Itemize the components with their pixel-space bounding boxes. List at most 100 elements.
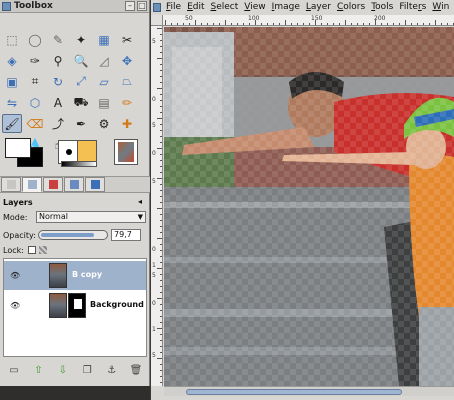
ruler-tick [207, 23, 208, 25]
color-picker-icon[interactable]: ⚲ [48, 51, 68, 70]
paths-icon[interactable]: ✑ [25, 51, 45, 70]
ruler-tick [160, 232, 162, 233]
zoom-icon[interactable]: 🔍 [71, 51, 91, 70]
toolbox-titlebar[interactable]: Toolbox – □ [0, 0, 149, 13]
ruler-tick [160, 352, 162, 353]
foreground-select-icon[interactable]: ◈ [2, 51, 22, 70]
ruler-tick [405, 20, 406, 25]
new-layer-icon[interactable]: ▭ [8, 364, 20, 376]
image-menu-icon[interactable] [153, 2, 161, 12]
menu-view[interactable]: View [241, 2, 268, 12]
lower-layer-icon[interactable]: ⇩ [57, 364, 69, 376]
ruler-tick [429, 23, 430, 25]
ruler-corner[interactable] [151, 15, 163, 26]
tab-undo-history[interactable] [85, 177, 105, 192]
color-area [5, 138, 145, 172]
foreground-color-swatch[interactable] [5, 138, 31, 158]
layer-mask-thumbnail[interactable] [68, 293, 86, 318]
flip-icon[interactable]: ⇋ [2, 93, 22, 112]
ruler-tick [357, 23, 358, 25]
perspective-icon[interactable]: ⏢ [117, 72, 137, 91]
scissors-icon[interactable]: ✂ [117, 30, 137, 49]
heal-icon[interactable]: ✚ [117, 114, 137, 133]
anchor-layer-icon[interactable]: ⚓ [106, 364, 118, 376]
active-image-thumbnail[interactable] [114, 139, 138, 165]
ellipse-select-icon[interactable]: ◯ [25, 30, 45, 49]
lock-label: Lock: [3, 245, 24, 255]
tab-layers[interactable] [22, 177, 42, 192]
layer-row-b-copy[interactable]: 👁 B copy [4, 261, 146, 290]
menu-win[interactable]: Win [429, 2, 452, 12]
mode-label: Mode: [3, 212, 28, 222]
crop-icon[interactable]: ⌗ [25, 72, 45, 91]
scrollbar-thumb[interactable] [186, 389, 402, 395]
menu-file[interactable]: File [163, 2, 184, 12]
visibility-eye-icon[interactable]: 👁 [10, 271, 20, 280]
move-icon[interactable]: ✥ [117, 51, 137, 70]
tab-tool-options[interactable] [1, 177, 21, 192]
fuzzy-select-icon[interactable]: ✦ [71, 30, 91, 49]
rect-select-icon[interactable]: ⬚ [2, 30, 22, 49]
free-select-icon[interactable]: ✎ [48, 30, 68, 49]
visibility-eye-icon[interactable]: 👁 [10, 301, 20, 310]
vertical-ruler[interactable]: 5 0 5 0 5 0 1 5 0 1 5 [151, 26, 163, 386]
horizontal-ruler[interactable]: 50 100 150 200 [163, 15, 454, 26]
ruler-tick [387, 23, 388, 25]
menu-edit[interactable]: Edit [184, 2, 207, 12]
ruler-tick [435, 20, 436, 25]
mode-value: Normal [39, 212, 68, 221]
color-select-icon[interactable]: ▦ [94, 30, 114, 49]
opacity-slider[interactable] [38, 230, 108, 240]
mode-row: Mode: Normal ▼ [3, 210, 147, 224]
ruler-tick [160, 76, 162, 77]
ruler-label: 5 [152, 352, 156, 359]
horizontal-scrollbar[interactable] [164, 386, 454, 396]
delete-layer-icon[interactable]: 🗑 [130, 364, 143, 376]
lock-alpha-icon[interactable] [38, 246, 47, 254]
ruler-tick [160, 262, 162, 263]
gradient-preview[interactable] [61, 161, 97, 167]
measure-icon[interactable]: ◿ [94, 51, 114, 70]
duplicate-layer-icon[interactable]: ❐ [81, 364, 93, 376]
opacity-spinbox[interactable]: 79,7 [111, 229, 141, 241]
ink-icon[interactable]: ✒ [71, 114, 91, 133]
lock-pixels-checkbox[interactable] [27, 246, 36, 254]
airbrush-icon[interactable]: ⤴ [48, 114, 68, 133]
ruler-tick [333, 23, 334, 25]
mode-dropdown[interactable]: Normal ▼ [36, 211, 146, 223]
menu-tools[interactable]: Tools [368, 2, 396, 12]
layer-row-background[interactable]: 👁 Background [4, 291, 146, 320]
ruler-label: 5 [152, 272, 156, 279]
menu-filters[interactable]: Filters [396, 2, 429, 12]
shear-icon[interactable]: ▱ [94, 72, 114, 91]
menu-image[interactable]: Image [269, 2, 303, 12]
paintbrush-icon[interactable]: 🖌 [2, 114, 22, 133]
raise-layer-icon[interactable]: ⇧ [32, 364, 44, 376]
clone-icon[interactable]: ⚙ [94, 114, 114, 133]
bucket-fill-icon[interactable]: ⛟ [71, 93, 91, 112]
image-canvas[interactable] [164, 27, 454, 386]
opacity-row: Opacity: 79,7 [3, 228, 147, 242]
eraser-icon[interactable]: ⌫ [25, 114, 45, 133]
rotate-icon[interactable]: ↻ [48, 72, 68, 91]
menu-select[interactable]: Select [208, 2, 242, 12]
maximize-icon[interactable]: □ [137, 1, 147, 11]
ruler-tick [157, 178, 162, 179]
ruler-tick [160, 316, 162, 317]
undo-history-icon [90, 180, 100, 189]
blend-icon[interactable]: ▤ [94, 93, 114, 112]
tab-menu-icon[interactable]: ◂ [138, 197, 142, 206]
text-icon[interactable]: A [48, 93, 68, 112]
align-icon[interactable]: ▣ [2, 72, 22, 91]
pencil-icon[interactable]: ✏ [117, 93, 137, 112]
tab-channels[interactable] [43, 177, 63, 192]
minimize-icon[interactable]: – [125, 1, 135, 11]
ruler-tick [219, 23, 220, 25]
menu-colors[interactable]: Colors [334, 2, 368, 12]
ruler-label: 0 [152, 150, 156, 157]
ruler-tick [213, 23, 214, 25]
scale-icon[interactable]: ⤢ [71, 72, 91, 91]
tab-paths[interactable] [64, 177, 84, 192]
menu-layer[interactable]: Layer [303, 2, 334, 12]
cage-icon[interactable]: ⬡ [25, 93, 45, 112]
